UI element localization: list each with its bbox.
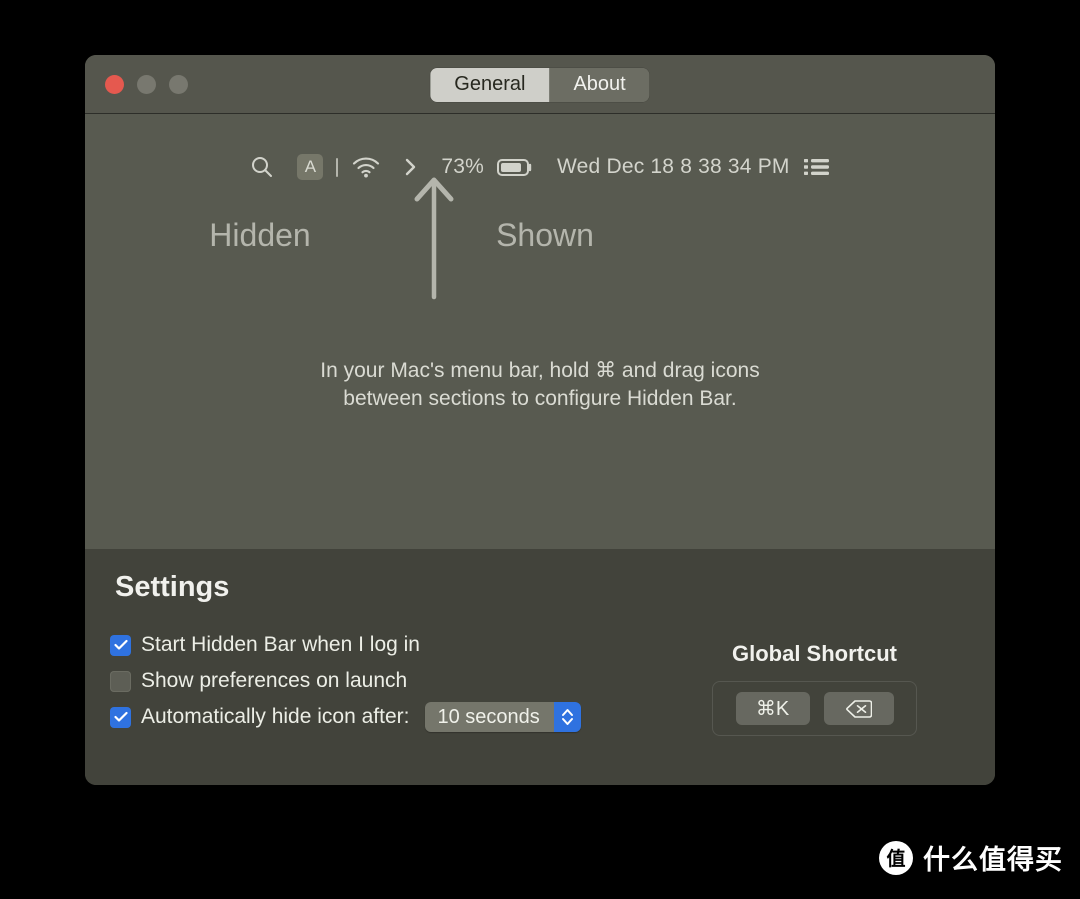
auto-hide-delay-popup[interactable]: 10 seconds — [425, 702, 581, 732]
option-show-preferences-on-launch[interactable]: Show preferences on launch — [110, 668, 581, 694]
tab-general[interactable]: General — [430, 68, 550, 102]
watermark-text: 什么值得买 — [923, 845, 1063, 875]
checkbox-auto-hide[interactable] — [110, 706, 131, 728]
zoom-window-button[interactable] — [169, 74, 188, 94]
watermark-logo: 值 — [879, 840, 913, 875]
option-auto-hide[interactable]: Automatically hide icon after: 10 second… — [110, 702, 581, 732]
shortcut-combo-button[interactable]: ⌘K — [735, 692, 810, 725]
checkbox-start-at-login[interactable] — [110, 634, 131, 656]
label-show-preferences-on-launch: Show preferences on launch — [141, 669, 408, 692]
search-icon[interactable] — [249, 150, 275, 184]
settings-options-list: Start Hidden Bar when I log in Show pref… — [110, 632, 581, 732]
input-source-icon[interactable]: A — [297, 150, 324, 184]
global-shortcut-heading: Global Shortcut — [732, 641, 897, 666]
control-center-icon[interactable] — [803, 150, 831, 184]
checkbox-show-preferences-on-launch[interactable] — [110, 670, 131, 692]
hidden-section-label: Hidden — [209, 217, 311, 253]
minimize-window-button[interactable] — [137, 74, 156, 94]
traffic-light-group — [105, 74, 188, 94]
auto-hide-delay-value: 10 seconds — [425, 702, 554, 732]
tab-bar: General About — [430, 68, 650, 102]
global-shortcut-recorder[interactable]: ⌘K — [712, 681, 917, 736]
global-shortcut-block: Global Shortcut ⌘K — [712, 641, 917, 736]
close-window-button[interactable] — [105, 74, 124, 94]
watermark: 值 什么值得买 — [879, 838, 1063, 877]
preferences-window: General About A 73% Wed Dec 18 8 38 34 P… — [85, 55, 995, 785]
wifi-icon[interactable] — [351, 150, 381, 184]
settings-heading: Settings — [115, 571, 230, 603]
tab-about[interactable]: About — [549, 68, 650, 102]
label-start-at-login: Start Hidden Bar when I log in — [141, 633, 420, 656]
label-auto-hide: Automatically hide icon after: — [141, 705, 410, 728]
stepper-chevrons-icon[interactable] — [553, 702, 581, 732]
instruction-line-2: between sections to configure Hidden Bar… — [343, 387, 737, 411]
battery-icon[interactable] — [497, 150, 535, 184]
option-start-at-login[interactable]: Start Hidden Bar when I log in — [110, 632, 581, 658]
input-source-letter: A — [297, 154, 324, 180]
menubar-preview-area: A 73% Wed Dec 18 8 38 34 PM Hidden Shown… — [85, 114, 995, 549]
hidden-bar-separator-icon[interactable] — [336, 150, 339, 184]
shown-section-label: Shown — [496, 217, 594, 253]
settings-section: Settings Start Hidden Bar when I log in … — [85, 549, 995, 785]
menubar-clock[interactable]: Wed Dec 18 8 38 34 PM — [557, 150, 790, 184]
instruction-line-1: In your Mac's menu bar, hold ⌘ and drag … — [320, 359, 760, 382]
window-titlebar: General About — [85, 55, 995, 114]
simulated-menu-bar: A 73% Wed Dec 18 8 38 34 PM — [85, 150, 995, 184]
instruction-text: In your Mac's menu bar, hold ⌘ and drag … — [85, 357, 995, 414]
delete-key-icon[interactable] — [823, 692, 894, 725]
